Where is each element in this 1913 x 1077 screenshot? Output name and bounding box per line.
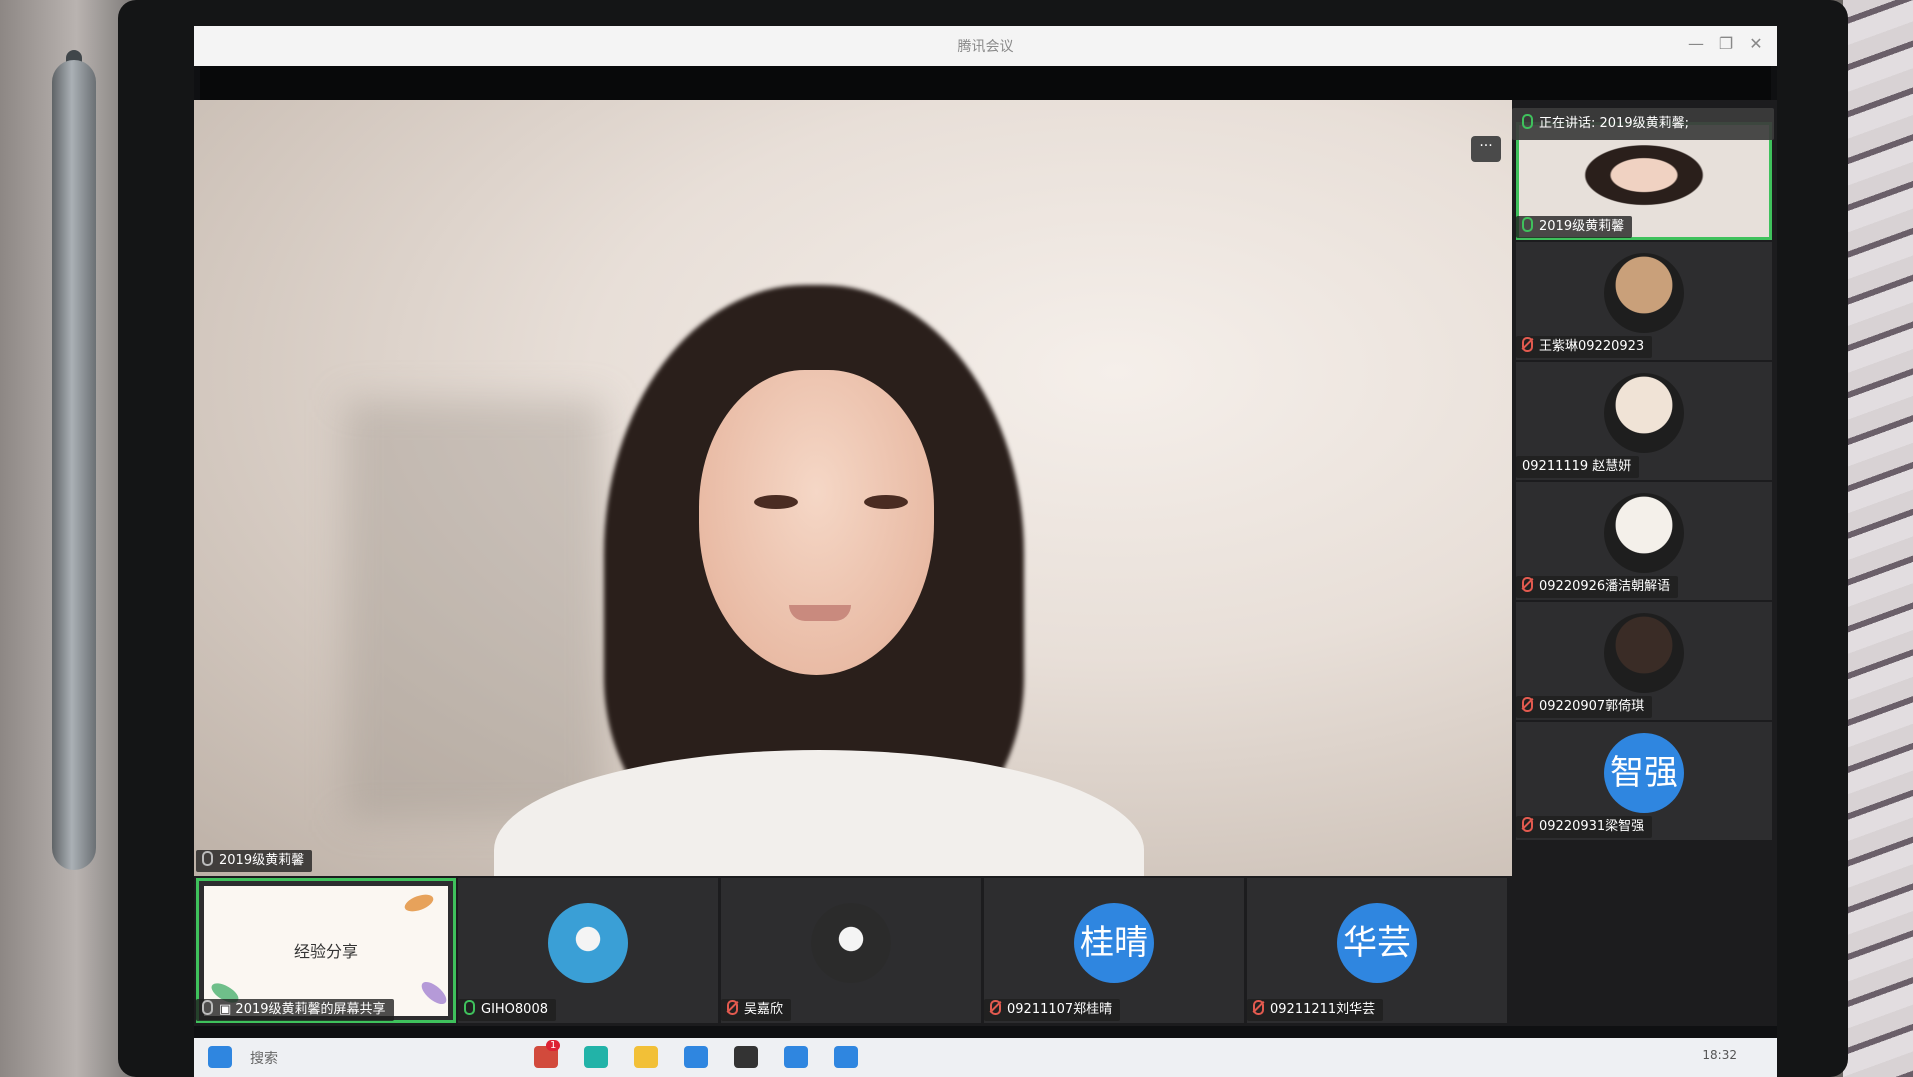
restore-icon[interactable]: ❐ bbox=[1716, 34, 1736, 53]
main-speaker-video[interactable]: 2019级黄莉馨 bbox=[194, 100, 1512, 876]
window-title: 腾讯会议 bbox=[957, 39, 1014, 55]
microphone-muted-icon bbox=[1522, 697, 1533, 712]
participant-avatar bbox=[1604, 493, 1684, 573]
microphone-icon bbox=[202, 1000, 213, 1015]
close-icon[interactable]: ✕ bbox=[1746, 34, 1766, 53]
participant-tile[interactable]: 智强 09220931梁智强 bbox=[1516, 722, 1772, 840]
notification-badge: 1 bbox=[546, 1040, 561, 1051]
speaking-indicator: 正在讲话: 2019级黄莉馨; bbox=[1512, 108, 1774, 140]
participant-name-tag: 09220926潘洁朝解语 bbox=[1516, 576, 1679, 598]
rug bbox=[1843, 0, 1913, 1077]
folder-icon[interactable] bbox=[634, 1046, 658, 1068]
screen-share-tile[interactable]: 经验分享 ▣ 2019级黄莉馨的屏幕共享 bbox=[196, 878, 456, 1023]
screen-share-icon: ▣ bbox=[219, 1002, 236, 1017]
shared-slide-thumbnail: 经验分享 bbox=[204, 886, 450, 1016]
clock: 18:32 bbox=[1702, 1048, 1737, 1062]
background-blur bbox=[344, 400, 604, 820]
participant-avatar: 智强 bbox=[1604, 733, 1684, 813]
leaf-decoration bbox=[402, 891, 436, 915]
edge-icon[interactable] bbox=[584, 1046, 608, 1068]
speaker-mouth bbox=[789, 605, 851, 621]
microphone-muted-icon bbox=[727, 1000, 738, 1015]
participant-name: 09220931梁智强 bbox=[1539, 819, 1645, 834]
participant-tile[interactable]: 吴嘉欣 bbox=[721, 878, 981, 1023]
slide-title: 经验分享 bbox=[293, 942, 358, 961]
participant-avatar bbox=[1604, 613, 1684, 693]
participant-name-tag: 2019级黄莉馨 bbox=[1516, 216, 1633, 238]
app-icon[interactable] bbox=[684, 1046, 708, 1068]
microphone-icon bbox=[202, 851, 213, 866]
speaker-eye-left bbox=[754, 495, 798, 509]
microphone-icon bbox=[1522, 217, 1533, 232]
screen: 腾讯会议 — ❐ ✕ 2019级黄莉馨 ··· 2019级黄莉馨王紫琳09220… bbox=[194, 26, 1777, 1077]
participant-name-tag: 09220907郭倚琪 bbox=[1516, 696, 1653, 718]
more-options-button[interactable]: ··· bbox=[1471, 136, 1501, 162]
participant-tile[interactable]: 09220926潘洁朝解语 bbox=[1516, 482, 1772, 600]
main-speaker-name: 2019级黄莉馨 bbox=[219, 853, 305, 868]
participant-name: 09220907郭倚琪 bbox=[1539, 699, 1645, 714]
participant-name: 吴嘉欣 bbox=[744, 1002, 784, 1017]
participant-sidebar: 2019级黄莉馨王紫琳09220923 09211119 赵慧妍 09220926潘… bbox=[1512, 100, 1777, 876]
participant-name: 09220926潘洁朝解语 bbox=[1539, 579, 1671, 594]
stylus bbox=[52, 60, 96, 870]
participant-name-tag: 09220931梁智强 bbox=[1516, 816, 1653, 838]
participant-name-tag: 09211119 赵慧妍 bbox=[1516, 456, 1640, 478]
participant-name: GIHO8008 bbox=[481, 1002, 548, 1017]
minimize-icon[interactable]: — bbox=[1686, 34, 1706, 53]
participant-name: 09211107郑桂晴 bbox=[1007, 1002, 1113, 1017]
participant-name: 2019级黄莉馨 bbox=[1539, 219, 1625, 234]
taskbar: 搜索 1 18:32 bbox=[194, 1038, 1777, 1077]
participant-tile[interactable]: 桂晴 09211107郑桂晴 bbox=[984, 878, 1244, 1023]
microphone-muted-icon bbox=[1522, 337, 1533, 352]
title-bar: 腾讯会议 — ❐ ✕ bbox=[194, 26, 1777, 66]
speaker-eye-right bbox=[864, 495, 908, 509]
participant-avatar bbox=[1604, 373, 1684, 453]
participant-name-tag: 吴嘉欣 bbox=[721, 999, 792, 1021]
participant-avatar bbox=[1604, 253, 1684, 333]
bottom-participant-row: 经验分享 ▣ 2019级黄莉馨的屏幕共享 GIHO8008 吴嘉欣 桂晴 092111… bbox=[194, 876, 1777, 1026]
microphone-icon bbox=[464, 1000, 475, 1015]
microphone-icon bbox=[1522, 114, 1533, 129]
participant-tile[interactable]: 09211119 赵慧妍 bbox=[1516, 362, 1772, 480]
participant-tile[interactable]: 王紫琳09220923 bbox=[1516, 242, 1772, 360]
participant-avatar bbox=[811, 902, 891, 983]
screen-share-name: 2019级黄莉馨的屏幕共享 bbox=[235, 1002, 386, 1017]
participant-name-tag: 09211107郑桂晴 bbox=[984, 999, 1121, 1021]
microphone-muted-icon bbox=[990, 1000, 1001, 1015]
speaking-label: 正在讲话: 2019级黄莉馨; bbox=[1539, 116, 1689, 131]
qq-icon[interactable] bbox=[734, 1046, 758, 1068]
app-icon[interactable] bbox=[834, 1046, 858, 1068]
start-icon[interactable] bbox=[208, 1046, 232, 1068]
leaf-decoration bbox=[418, 977, 450, 1009]
participant-avatar: 华芸 bbox=[1337, 902, 1417, 983]
participant-tile[interactable]: 09220907郭倚琪 bbox=[1516, 602, 1772, 720]
taskbar-search[interactable]: 搜索 bbox=[250, 1048, 278, 1068]
participant-name-tag: 王紫琳09220923 bbox=[1516, 336, 1653, 358]
microphone-muted-icon bbox=[1522, 577, 1533, 592]
participant-avatar: 桂晴 bbox=[1074, 902, 1154, 983]
screen-share-name-tag: ▣ 2019级黄莉馨的屏幕共享 bbox=[196, 999, 394, 1021]
main-speaker-name-tag: 2019级黄莉馨 bbox=[196, 850, 313, 872]
app-icon[interactable] bbox=[784, 1046, 808, 1068]
participant-name: 09211119 赵慧妍 bbox=[1522, 459, 1632, 474]
participant-name: 王紫琳09220923 bbox=[1539, 339, 1645, 354]
participant-name-tag: GIHO8008 bbox=[458, 999, 556, 1021]
participant-tile[interactable]: 华芸 09211211刘华芸 bbox=[1247, 878, 1507, 1023]
microphone-muted-icon bbox=[1253, 1000, 1264, 1015]
participant-avatar bbox=[548, 902, 628, 983]
microphone-muted-icon bbox=[1522, 817, 1533, 832]
speaker-face bbox=[699, 370, 934, 675]
participant-name-tag: 09211211刘华芸 bbox=[1247, 999, 1384, 1021]
participant-name: 09211211刘华芸 bbox=[1270, 1002, 1376, 1017]
participant-tile[interactable]: GIHO8008 bbox=[458, 878, 718, 1023]
